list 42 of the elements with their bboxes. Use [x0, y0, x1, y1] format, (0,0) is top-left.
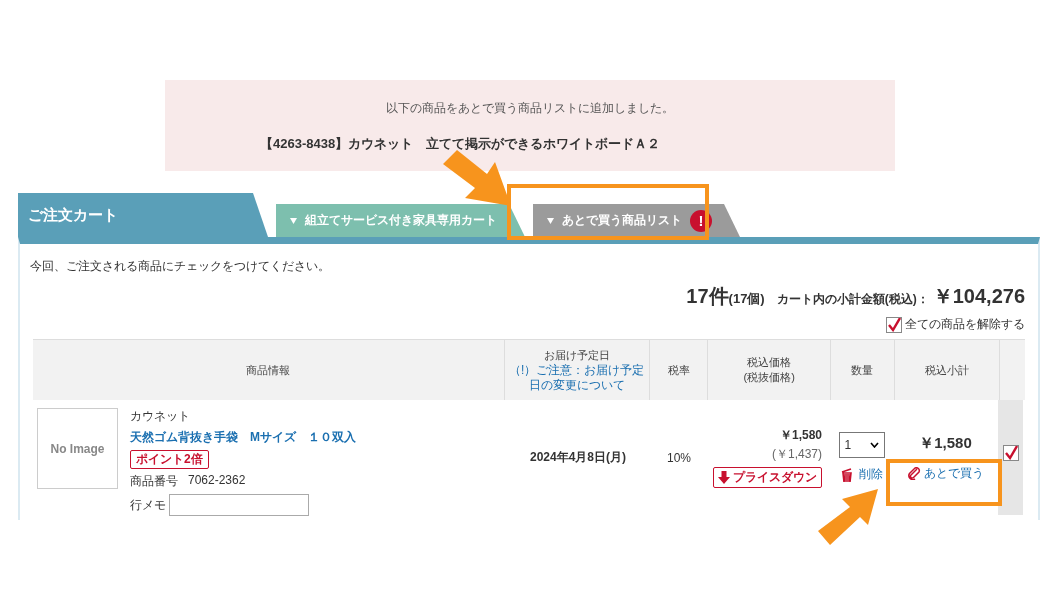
- instruction-text: 今回、ご注文される商品にチェックをつけてください。: [30, 258, 331, 275]
- buy-later-link[interactable]: あとで買う: [907, 464, 984, 482]
- cart-tab[interactable]: あとで買う商品リスト !: [533, 204, 740, 237]
- memo-label: 行メモ: [130, 496, 166, 514]
- triangle-icon: [547, 217, 554, 224]
- line-subtotal: ￥1,580: [919, 433, 972, 453]
- point-tag: ポイント2倍: [130, 450, 209, 469]
- item-number-label: 商品番号: [130, 473, 178, 490]
- maker-name: カウネット: [130, 408, 190, 425]
- product-link[interactable]: 天然ゴム背抜き手袋 Mサイズ １０双入: [130, 429, 356, 446]
- checkbox[interactable]: [1002, 445, 1019, 461]
- column-header: 数量: [851, 362, 874, 378]
- quantity-select[interactable]: 1: [838, 432, 885, 458]
- price-down-label: プライスダウン: [733, 469, 817, 486]
- tax-rate: 10%: [667, 450, 691, 465]
- checkbox[interactable]: [886, 316, 902, 333]
- uncheck-all-label: 全ての商品を解除する: [905, 316, 1025, 333]
- price-excluding-tax: (￥1,437): [771, 446, 822, 463]
- triangle-icon: [290, 217, 297, 224]
- tab-label: 組立てサービス付き家具専用カート: [305, 212, 497, 229]
- subtotal-amount: ￥104,276: [932, 284, 1025, 309]
- item-number: 7062-2362: [188, 473, 246, 489]
- placeholder-text: No Image: [50, 441, 105, 456]
- paperclip-icon: [907, 466, 921, 480]
- column-header: 税込小計: [924, 362, 969, 378]
- price: ￥1,580: [779, 427, 822, 444]
- delivery-notice-link[interactable]: （!）ご注意：お届け予定日の変更について: [504, 362, 649, 393]
- piece-count: (17個): [728, 291, 765, 308]
- tab-label: あとで買う商品リスト: [562, 212, 682, 229]
- notice-message: 以下の商品をあとで買う商品リストに追加しました。: [385, 100, 675, 117]
- memo-field[interactable]: [169, 494, 309, 516]
- down-arrow-icon: [718, 471, 730, 484]
- item-count: 17件: [686, 284, 729, 309]
- column-header: 税率: [667, 362, 690, 378]
- column-header: お届け予定日: [543, 347, 610, 363]
- notice-item: 【4263-8438】カウネット 立てて掲示ができるホワイトボードＡ２: [260, 135, 662, 153]
- column-header: 税込価格 (税抜価格): [743, 355, 795, 385]
- delivery-date: 2024年4月8日(月): [529, 449, 626, 466]
- chevron-down-icon: [869, 442, 879, 448]
- subtotal-label: カート内の小計金額(税込)：: [776, 291, 929, 308]
- delete-link[interactable]: 削除: [840, 466, 883, 483]
- column-header: 商品情報: [246, 362, 291, 378]
